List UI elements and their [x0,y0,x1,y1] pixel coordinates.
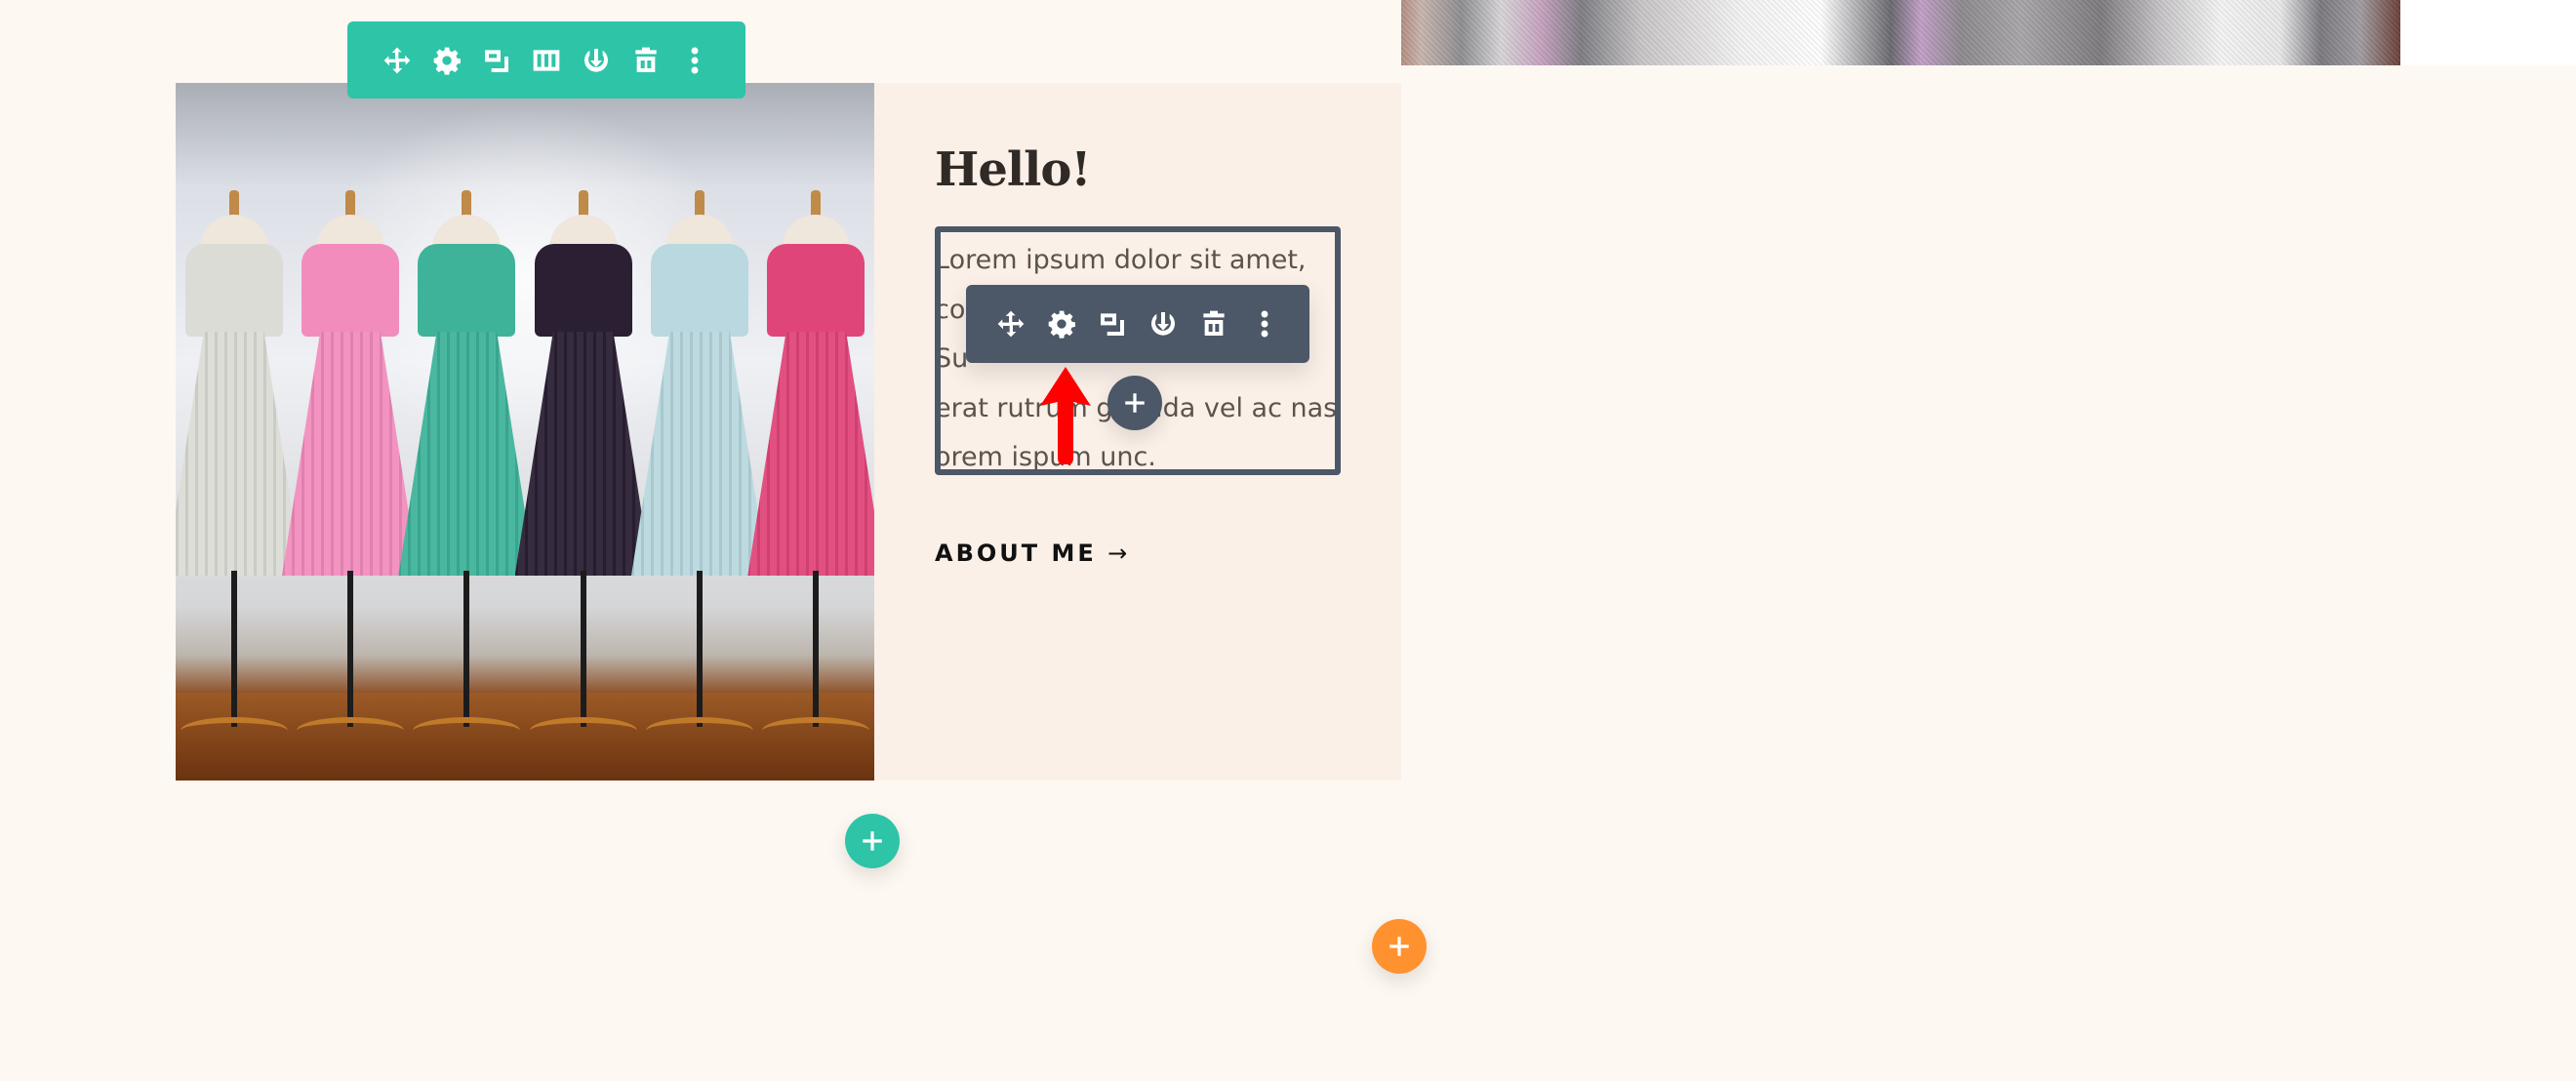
mannequin-pole [697,571,703,727]
dresses-photo[interactable] [176,83,874,781]
arrow-right-icon: → [1107,540,1128,567]
move-icon [384,47,411,73]
add-row-button[interactable] [845,814,900,868]
mannequin-pole [230,571,237,727]
dress-bodice [302,244,399,337]
add-section-button[interactable] [1372,919,1427,974]
mannequin-stand [180,717,288,744]
row-more-button[interactable] [675,41,714,80]
trash-icon [1203,310,1225,336]
row-columns-button[interactable] [527,41,566,80]
mannequin-pole [580,571,586,727]
module-move-button[interactable] [991,304,1030,343]
save-to-library-icon [1151,312,1175,336]
dress-bodice [534,244,632,337]
module-duplicate-button[interactable] [1093,304,1132,343]
add-module-button[interactable] [1107,376,1162,430]
mannequin-stand [413,717,521,744]
dress-skirt [176,332,302,576]
heading-hello[interactable]: Hello! [935,142,1091,197]
paragraph-line: Su [935,343,969,374]
paragraph-line: co [935,294,966,325]
about-me-label: ABOUT ME [935,540,1097,567]
module-settings-button[interactable] [1042,304,1081,343]
row-delete-button[interactable] [626,41,665,80]
row-duplicate-button[interactable] [477,41,516,80]
duplicate-icon [1101,313,1124,336]
mannequin-stand [529,717,637,744]
more-vertical-icon [1261,310,1268,338]
trash-icon [634,47,657,72]
plus-icon [1389,937,1409,956]
move-icon [997,310,1025,338]
mannequin-stand [646,717,753,744]
paragraph-line: Lorem ipsum dolor sit amet, [935,245,1307,275]
more-vertical-icon [692,47,699,73]
white-area [2400,0,2576,65]
row-save-button[interactable] [577,41,616,80]
row-toolbar [347,21,745,99]
dress-bodice [651,244,748,337]
duplicate-icon [485,49,509,72]
section-image-top [1401,0,2400,65]
plus-icon [863,831,882,851]
red-arrow-annotation [1040,367,1091,464]
row-move-button[interactable] [378,41,417,80]
dress-bodice [767,244,865,337]
module-save-button[interactable] [1144,304,1183,343]
columns-icon [533,49,560,71]
mannequin-pole [463,571,470,727]
dress-bodice [184,244,283,337]
gear-icon [1048,310,1075,339]
plus-icon [1125,393,1145,413]
save-to-library-icon [584,48,608,72]
gear-icon [433,47,462,75]
mannequin-stand [297,717,404,744]
about-me-link[interactable]: ABOUT ME → [935,540,1127,567]
module-toolbar [966,285,1309,363]
dress-bodice [418,244,516,337]
mannequin-pole [347,571,353,727]
dress-skirt [747,332,874,576]
module-more-button[interactable] [1245,304,1284,343]
row-settings-button[interactable] [427,41,466,80]
mannequin-pole [813,571,820,727]
mannequin-stand [762,717,870,744]
module-delete-button[interactable] [1194,304,1233,343]
